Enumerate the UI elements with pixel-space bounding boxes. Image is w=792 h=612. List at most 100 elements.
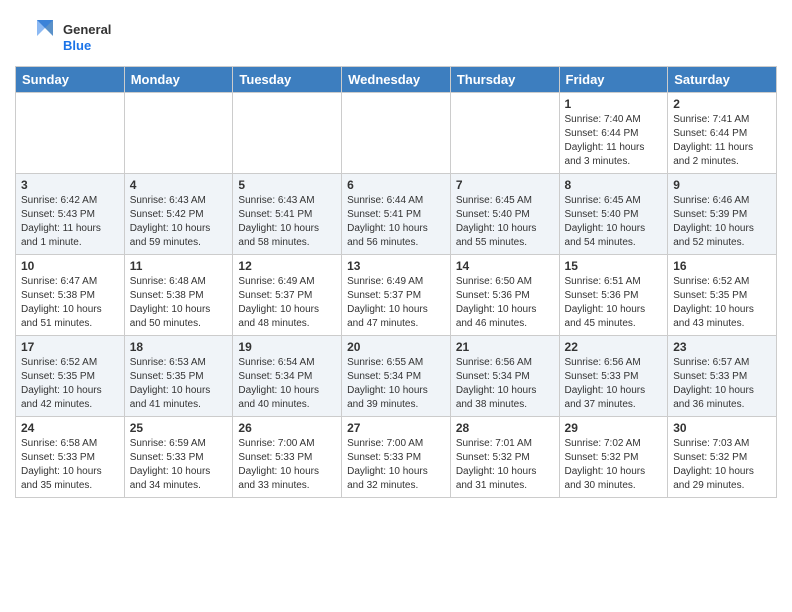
weekday-header-wednesday: Wednesday [342, 67, 451, 93]
calendar-cell: 2 Sunrise: 7:41 AM Sunset: 6:44 PM Daylig… [668, 93, 777, 174]
day-number: 21 [456, 340, 554, 354]
day-info: Sunrise: 7:02 AM Sunset: 5:32 PM Dayligh… [565, 437, 663, 493]
day-info: Sunrise: 7:00 AM Sunset: 5:33 PM Dayligh… [238, 437, 336, 493]
day-number: 9 [673, 178, 771, 192]
day-number: 20 [347, 340, 445, 354]
calendar-cell [233, 93, 342, 174]
calendar-container: General Blue SundayMondayTuesdayWednesda… [0, 0, 792, 508]
week-row-1: 3 Sunrise: 6:42 AM Sunset: 5:43 PM Daylig… [16, 174, 777, 255]
day-info: Sunrise: 7:00 AM Sunset: 5:33 PM Dayligh… [347, 437, 445, 493]
day-info: Sunrise: 6:56 AM Sunset: 5:34 PM Dayligh… [456, 356, 554, 412]
day-number: 14 [456, 259, 554, 273]
day-info: Sunrise: 6:50 AM Sunset: 5:36 PM Dayligh… [456, 275, 554, 331]
day-info: Sunrise: 6:48 AM Sunset: 5:38 PM Dayligh… [130, 275, 228, 331]
day-number: 16 [673, 259, 771, 273]
calendar-cell: 5 Sunrise: 6:43 AM Sunset: 5:41 PM Daylig… [233, 174, 342, 255]
calendar-cell: 15 Sunrise: 6:51 AM Sunset: 5:36 PM Dayli… [559, 255, 668, 336]
calendar-cell: 6 Sunrise: 6:44 AM Sunset: 5:41 PM Daylig… [342, 174, 451, 255]
day-info: Sunrise: 7:01 AM Sunset: 5:32 PM Dayligh… [456, 437, 554, 493]
calendar-cell: 23Sunrise: 6:57 AM Sunset: 5:33 PM Dayli… [668, 336, 777, 417]
calendar-cell: 22 Sunrise: 6:56 AM Sunset: 5:33 PM Dayli… [559, 336, 668, 417]
day-info: Sunrise: 6:44 AM Sunset: 5:41 PM Dayligh… [347, 194, 445, 250]
day-number: 5 [238, 178, 336, 192]
logo: General Blue [15, 16, 111, 60]
day-number: 8 [565, 178, 663, 192]
day-number: 6 [347, 178, 445, 192]
weekday-header-thursday: Thursday [450, 67, 559, 93]
day-number: 1 [565, 97, 663, 111]
calendar-cell: 18 Sunrise: 6:53 AM Sunset: 5:35 PM Dayli… [124, 336, 233, 417]
day-number: 25 [130, 421, 228, 435]
day-number: 3 [21, 178, 119, 192]
day-info: Sunrise: 6:52 AM Sunset: 5:35 PM Dayligh… [673, 275, 771, 331]
calendar-cell: 12Sunrise: 6:49 AM Sunset: 5:37 PM Dayli… [233, 255, 342, 336]
day-number: 23 [673, 340, 771, 354]
day-info: Sunrise: 6:47 AM Sunset: 5:38 PM Dayligh… [21, 275, 119, 331]
day-info: Sunrise: 6:45 AM Sunset: 5:40 PM Dayligh… [565, 194, 663, 250]
day-info: Sunrise: 6:49 AM Sunset: 5:37 PM Dayligh… [347, 275, 445, 331]
calendar-cell: 19Sunrise: 6:54 AM Sunset: 5:34 PM Dayli… [233, 336, 342, 417]
day-info: Sunrise: 6:46 AM Sunset: 5:39 PM Dayligh… [673, 194, 771, 250]
day-number: 13 [347, 259, 445, 273]
day-number: 24 [21, 421, 119, 435]
day-info: Sunrise: 7:40 AM Sunset: 6:44 PM Dayligh… [565, 113, 663, 169]
calendar-cell: 27 Sunrise: 7:00 AM Sunset: 5:33 PM Dayli… [342, 417, 451, 498]
calendar-cell: 4Sunrise: 6:43 AM Sunset: 5:42 PM Daylig… [124, 174, 233, 255]
calendar-cell: 25 Sunrise: 6:59 AM Sunset: 5:33 PM Dayli… [124, 417, 233, 498]
day-info: Sunrise: 6:52 AM Sunset: 5:35 PM Dayligh… [21, 356, 119, 412]
day-info: Sunrise: 6:53 AM Sunset: 5:35 PM Dayligh… [130, 356, 228, 412]
calendar-cell: 1 Sunrise: 7:40 AM Sunset: 6:44 PM Daylig… [559, 93, 668, 174]
day-number: 30 [673, 421, 771, 435]
logo-icon [15, 16, 59, 60]
calendar-cell: 17 Sunrise: 6:52 AM Sunset: 5:35 PM Dayli… [16, 336, 125, 417]
day-info: Sunrise: 7:03 AM Sunset: 5:32 PM Dayligh… [673, 437, 771, 493]
day-number: 26 [238, 421, 336, 435]
calendar-cell: 14 Sunrise: 6:50 AM Sunset: 5:36 PM Dayli… [450, 255, 559, 336]
day-number: 17 [21, 340, 119, 354]
calendar-cell: 11 Sunrise: 6:48 AM Sunset: 5:38 PM Dayli… [124, 255, 233, 336]
calendar-cell [16, 93, 125, 174]
calendar-table: SundayMondayTuesdayWednesdayThursdayFrid… [15, 66, 777, 498]
weekday-header-monday: Monday [124, 67, 233, 93]
day-number: 22 [565, 340, 663, 354]
day-info: Sunrise: 6:59 AM Sunset: 5:33 PM Dayligh… [130, 437, 228, 493]
calendar-cell: 20Sunrise: 6:55 AM Sunset: 5:34 PM Dayli… [342, 336, 451, 417]
calendar-cell: 30 Sunrise: 7:03 AM Sunset: 5:32 PM Dayli… [668, 417, 777, 498]
day-info: Sunrise: 6:42 AM Sunset: 5:43 PM Dayligh… [21, 194, 119, 250]
day-number: 2 [673, 97, 771, 111]
day-info: Sunrise: 6:43 AM Sunset: 5:41 PM Dayligh… [238, 194, 336, 250]
day-number: 12 [238, 259, 336, 273]
weekday-header-tuesday: Tuesday [233, 67, 342, 93]
week-row-4: 24 Sunrise: 6:58 AM Sunset: 5:33 PM Dayli… [16, 417, 777, 498]
calendar-cell: 16 Sunrise: 6:52 AM Sunset: 5:35 PM Dayli… [668, 255, 777, 336]
weekday-header-row: SundayMondayTuesdayWednesdayThursdayFrid… [16, 67, 777, 93]
day-number: 28 [456, 421, 554, 435]
weekday-header-friday: Friday [559, 67, 668, 93]
day-number: 27 [347, 421, 445, 435]
weekday-header-sunday: Sunday [16, 67, 125, 93]
week-row-2: 10 Sunrise: 6:47 AM Sunset: 5:38 PM Dayli… [16, 255, 777, 336]
day-number: 29 [565, 421, 663, 435]
calendar-cell: 24 Sunrise: 6:58 AM Sunset: 5:33 PM Dayli… [16, 417, 125, 498]
day-number: 10 [21, 259, 119, 273]
day-info: Sunrise: 7:41 AM Sunset: 6:44 PM Dayligh… [673, 113, 771, 169]
calendar-cell: 10 Sunrise: 6:47 AM Sunset: 5:38 PM Dayli… [16, 255, 125, 336]
day-number: 15 [565, 259, 663, 273]
calendar-cell [450, 93, 559, 174]
calendar-cell: 3 Sunrise: 6:42 AM Sunset: 5:43 PM Daylig… [16, 174, 125, 255]
week-row-3: 17 Sunrise: 6:52 AM Sunset: 5:35 PM Dayli… [16, 336, 777, 417]
day-info: Sunrise: 6:43 AM Sunset: 5:42 PM Dayligh… [130, 194, 228, 250]
calendar-cell: 13 Sunrise: 6:49 AM Sunset: 5:37 PM Dayli… [342, 255, 451, 336]
day-info: Sunrise: 6:45 AM Sunset: 5:40 PM Dayligh… [456, 194, 554, 250]
day-info: Sunrise: 6:51 AM Sunset: 5:36 PM Dayligh… [565, 275, 663, 331]
day-info: Sunrise: 6:56 AM Sunset: 5:33 PM Dayligh… [565, 356, 663, 412]
calendar-cell: 8 Sunrise: 6:45 AM Sunset: 5:40 PM Daylig… [559, 174, 668, 255]
calendar-cell: 9 Sunrise: 6:46 AM Sunset: 5:39 PM Daylig… [668, 174, 777, 255]
day-info: Sunrise: 6:54 AM Sunset: 5:34 PM Dayligh… [238, 356, 336, 412]
day-number: 11 [130, 259, 228, 273]
weekday-header-saturday: Saturday [668, 67, 777, 93]
calendar-cell: 28 Sunrise: 7:01 AM Sunset: 5:32 PM Dayli… [450, 417, 559, 498]
day-info: Sunrise: 6:58 AM Sunset: 5:33 PM Dayligh… [21, 437, 119, 493]
day-number: 18 [130, 340, 228, 354]
calendar-cell [124, 93, 233, 174]
